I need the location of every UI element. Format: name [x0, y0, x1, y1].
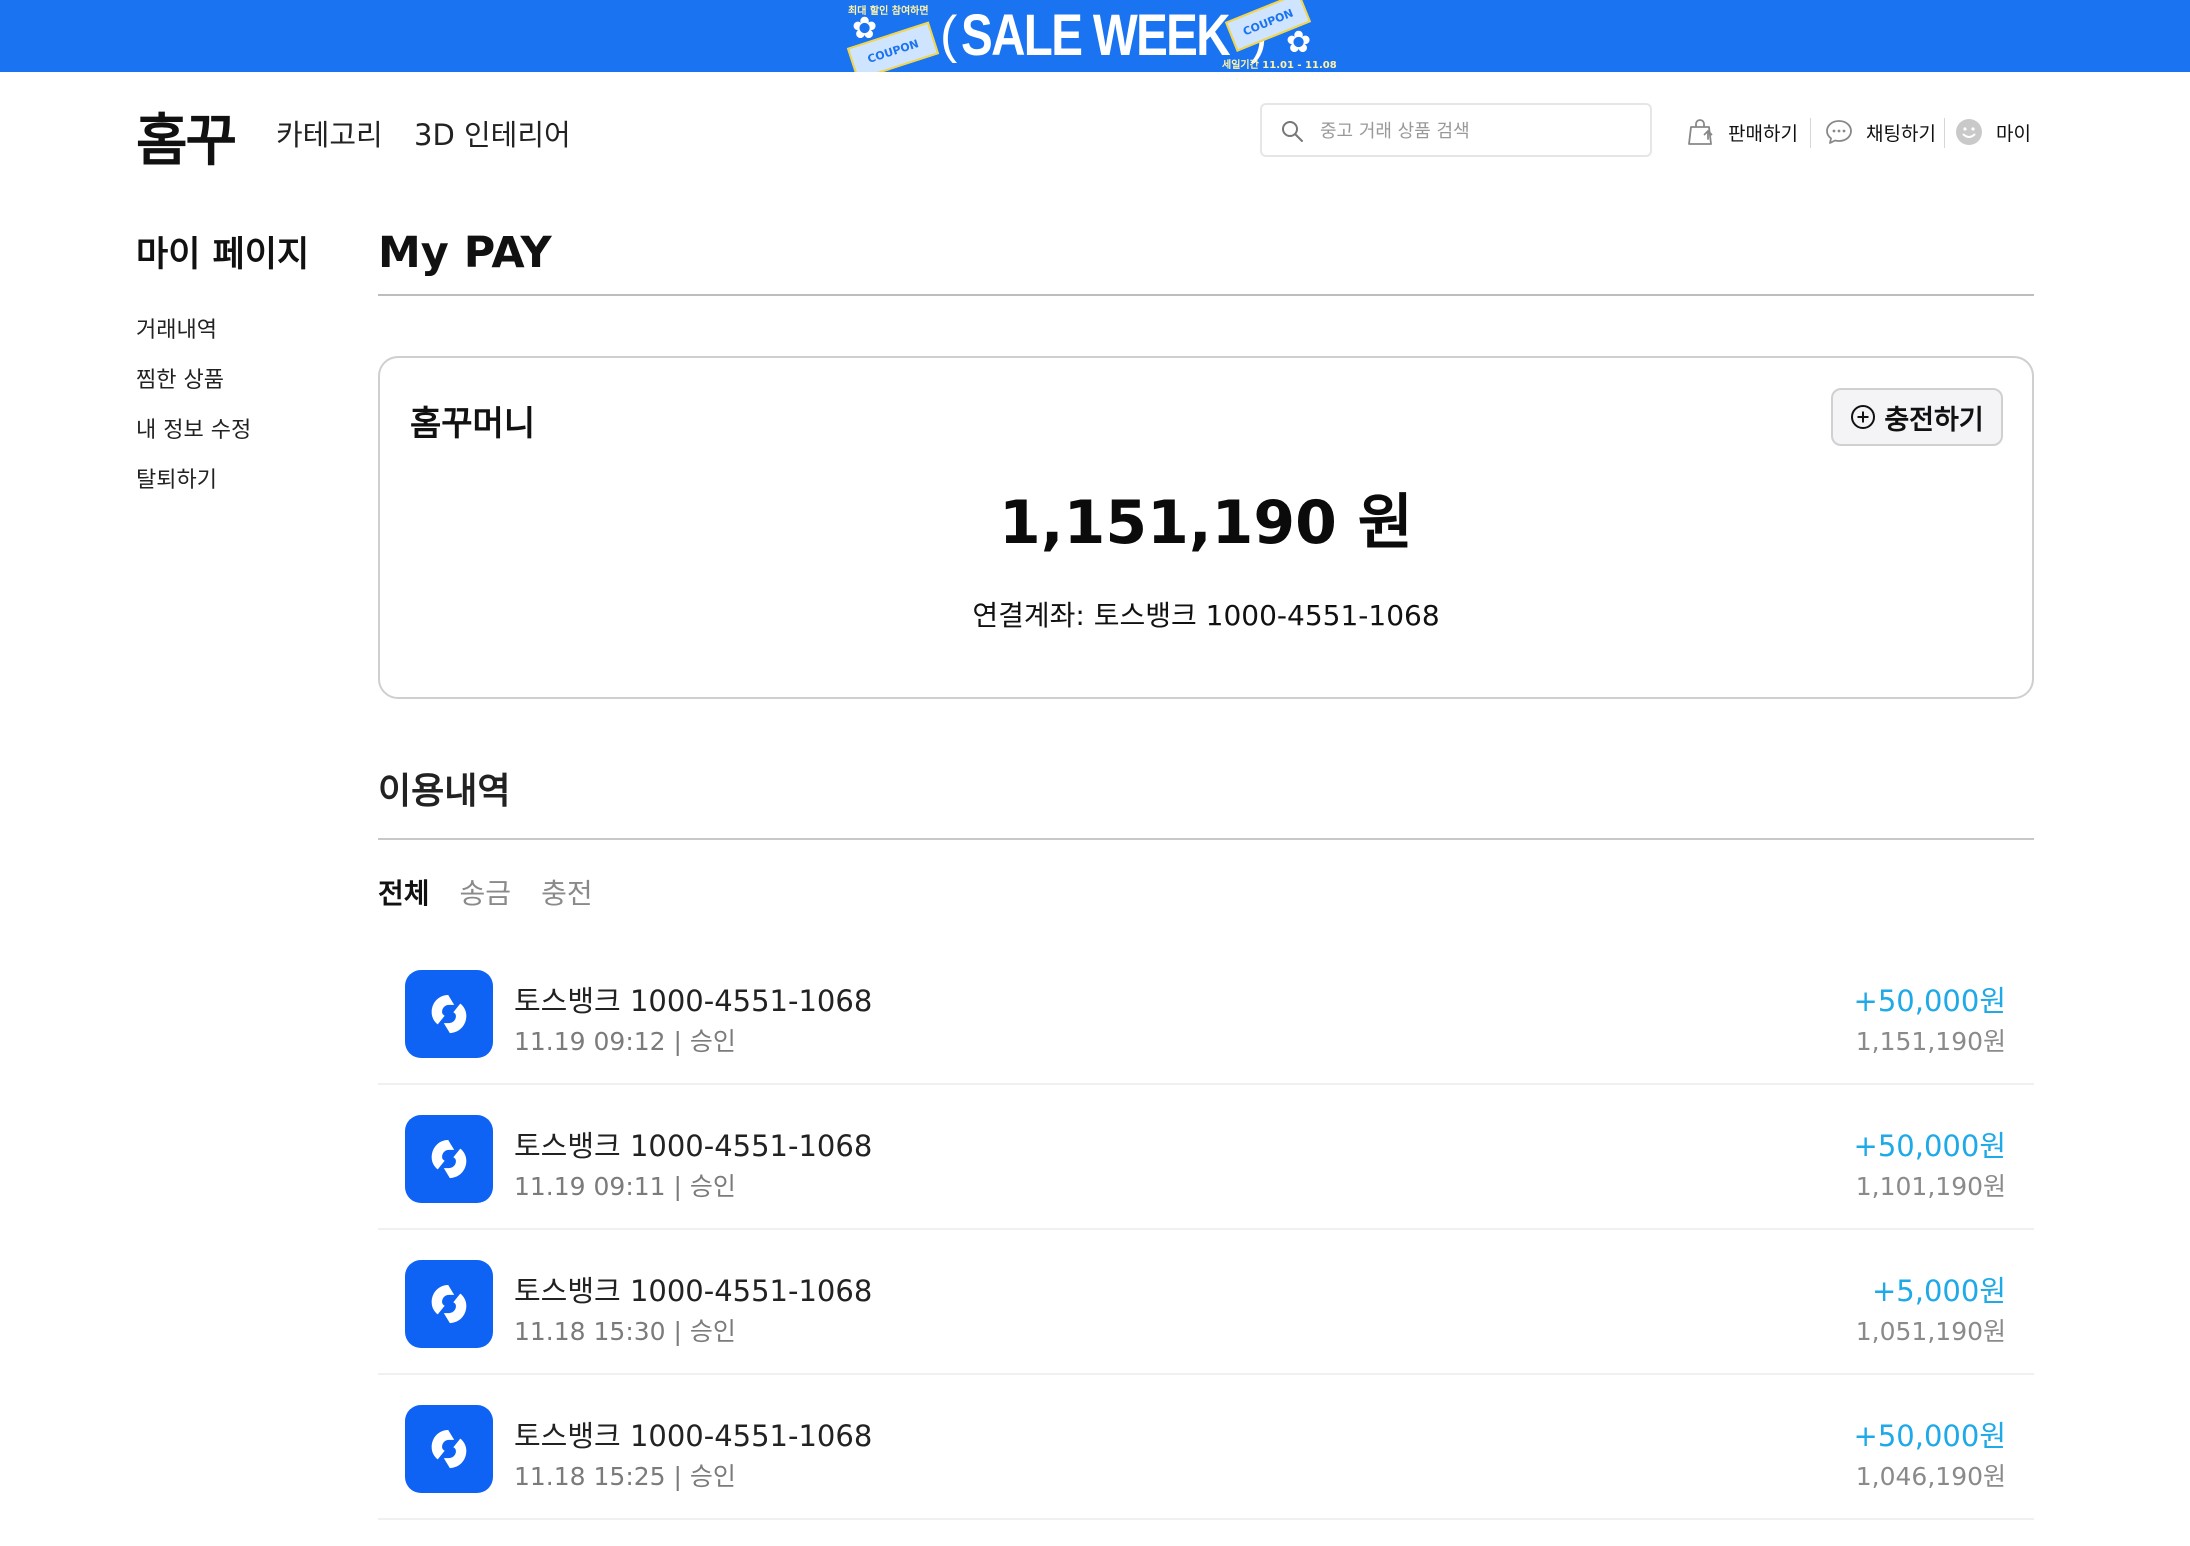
- site-logo[interactable]: 홈꾸: [136, 96, 237, 177]
- plus-circle-icon: [1851, 405, 1876, 429]
- transaction-meta: 11.19 09:11 | 승인: [514, 1172, 736, 1201]
- transaction-amount: +50,000원: [1853, 1129, 2006, 1163]
- banner-bottom-tag: 세일기간 11.01 - 11.08: [1222, 60, 1337, 71]
- transaction-list: 토스뱅크 1000-4551-1068 11.19 09:12 | 승인 +50…: [378, 940, 2034, 1520]
- toss-icon: [405, 970, 493, 1058]
- tab-charge[interactable]: 충전: [541, 872, 593, 912]
- sale-week-text: SALE WEEK: [961, 2, 1231, 68]
- transaction-balance: 1,151,190원: [1855, 1027, 2006, 1056]
- transaction-meta: 11.19 09:12 | 승인: [514, 1027, 736, 1056]
- transaction-amount: +5,000원: [1872, 1274, 2006, 1308]
- sidebar-item-wishlist[interactable]: 찜한 상품: [136, 362, 251, 412]
- toss-icon: [405, 1405, 493, 1493]
- my-link[interactable]: 마이: [1954, 112, 2031, 152]
- chat-label: 채팅하기: [1866, 122, 1936, 145]
- transaction-row[interactable]: 토스뱅크 1000-4551-1068 11.19 09:12 | 승인 +50…: [378, 940, 2034, 1085]
- money-card: 홈꾸머니 충전하기 1,151,190 원 연결계좌: 토스뱅크 1000-45…: [378, 356, 2034, 699]
- history-title: 이용내역: [378, 771, 511, 812]
- linked-account: 연결계좌: 토스뱅크 1000-4551-1068: [972, 599, 1440, 632]
- transaction-name: 토스뱅크 1000-4551-1068: [514, 1419, 873, 1453]
- money-balance: 1,151,190 원: [999, 488, 1413, 558]
- transaction-balance: 1,101,190원: [1855, 1172, 2006, 1201]
- tab-all[interactable]: 전체: [378, 872, 430, 912]
- sell-link[interactable]: 판매하기: [1686, 112, 1798, 152]
- toss-icon: [405, 1260, 493, 1348]
- chat-bubble-icon: [1826, 120, 1852, 144]
- transaction-row[interactable]: 토스뱅크 1000-4551-1068 11.18 15:30 | 승인 +5,…: [378, 1230, 2034, 1375]
- charge-button-label: 충전하기: [1884, 404, 1984, 436]
- site-header: 홈꾸 카테고리 3D 인테리어 판매하기 채팅하기: [0, 72, 2190, 192]
- flower-icon: ✿: [1286, 25, 1312, 60]
- charge-button[interactable]: 충전하기: [1831, 388, 2003, 446]
- transaction-name: 토스뱅크 1000-4551-1068: [514, 1129, 873, 1163]
- toss-logo-mark: [431, 994, 467, 1034]
- my-label: 마이: [1996, 122, 2031, 145]
- transaction-meta: 11.18 15:30 | 승인: [514, 1317, 736, 1346]
- chat-link[interactable]: 채팅하기: [1824, 112, 1936, 152]
- transaction-amount: +50,000원: [1853, 1419, 2006, 1453]
- transaction-row[interactable]: 토스뱅크 1000-4551-1068 11.18 15:25 | 승인 +50…: [378, 1375, 2034, 1520]
- toss-icon: [405, 1115, 493, 1203]
- money-card-title: 홈꾸머니: [410, 404, 536, 444]
- header-divider: [1944, 118, 1945, 148]
- history-divider: [378, 838, 2034, 840]
- sidebar-item-edit-profile[interactable]: 내 정보 수정: [136, 412, 251, 462]
- shopping-bag-icon: [1688, 119, 1713, 145]
- toss-logo-mark: [431, 1139, 467, 1179]
- transaction-row[interactable]: 토스뱅크 1000-4551-1068 11.19 09:11 | 승인 +50…: [378, 1085, 2034, 1230]
- sell-label: 판매하기: [1728, 122, 1798, 145]
- header-divider: [1810, 118, 1811, 148]
- promo-banner[interactable]: 최대 할인 참여하면 ✿ COUPON ( SALE WEEK ) COUPON…: [0, 0, 2190, 72]
- search-icon[interactable]: [1280, 119, 1304, 143]
- search-input[interactable]: [1318, 113, 1638, 149]
- nav-category[interactable]: 카테고리: [276, 112, 383, 154]
- sidebar-menu: 거래내역 찜한 상품 내 정보 수정 탈퇴하기: [136, 312, 251, 512]
- search-box[interactable]: [1260, 103, 1652, 157]
- transaction-name: 토스뱅크 1000-4551-1068: [514, 984, 873, 1018]
- sale-week-title: ( SALE WEEK ): [940, 2, 1267, 68]
- tab-transfer[interactable]: 송금: [460, 872, 512, 912]
- title-divider: [378, 294, 2034, 296]
- sidebar-item-transactions[interactable]: 거래내역: [136, 312, 251, 362]
- transaction-balance: 1,046,190원: [1855, 1462, 2006, 1491]
- transaction-name: 토스뱅크 1000-4551-1068: [514, 1274, 873, 1308]
- transaction-amount: +50,000원: [1853, 984, 2006, 1018]
- sidebar-title: 마이 페이지: [136, 235, 310, 275]
- transaction-meta: 11.18 15:25 | 승인: [514, 1462, 736, 1491]
- smiley-icon: [1956, 119, 1982, 145]
- nav-3d-interior[interactable]: 3D 인테리어: [414, 112, 571, 154]
- toss-logo-mark: [431, 1284, 467, 1324]
- transaction-balance: 1,051,190원: [1855, 1317, 2006, 1346]
- history-tabs: 전체 송금 충전: [378, 872, 623, 912]
- page-title: My PAY: [378, 228, 552, 278]
- sidebar-item-withdraw[interactable]: 탈퇴하기: [136, 462, 251, 512]
- banner-paren-open: (: [940, 6, 958, 64]
- toss-logo-mark: [431, 1429, 467, 1469]
